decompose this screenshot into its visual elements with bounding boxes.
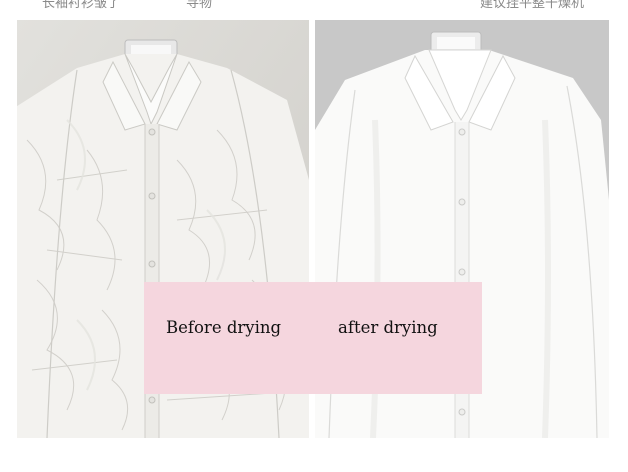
header-fragment-right: 建议挂平整干燥机	[480, 0, 585, 11]
caption-overlay: Before drying after drying	[144, 282, 482, 394]
cropped-header-text: 长袖衬衫皱了 寻物 建议挂平整干燥机	[0, 0, 628, 14]
after-drying-caption: after drying	[338, 318, 438, 337]
header-fragment-left: 长袖衬衫皱了	[42, 0, 121, 11]
before-drying-caption: Before drying	[166, 318, 282, 337]
header-fragment-middle: 寻物	[186, 0, 213, 11]
